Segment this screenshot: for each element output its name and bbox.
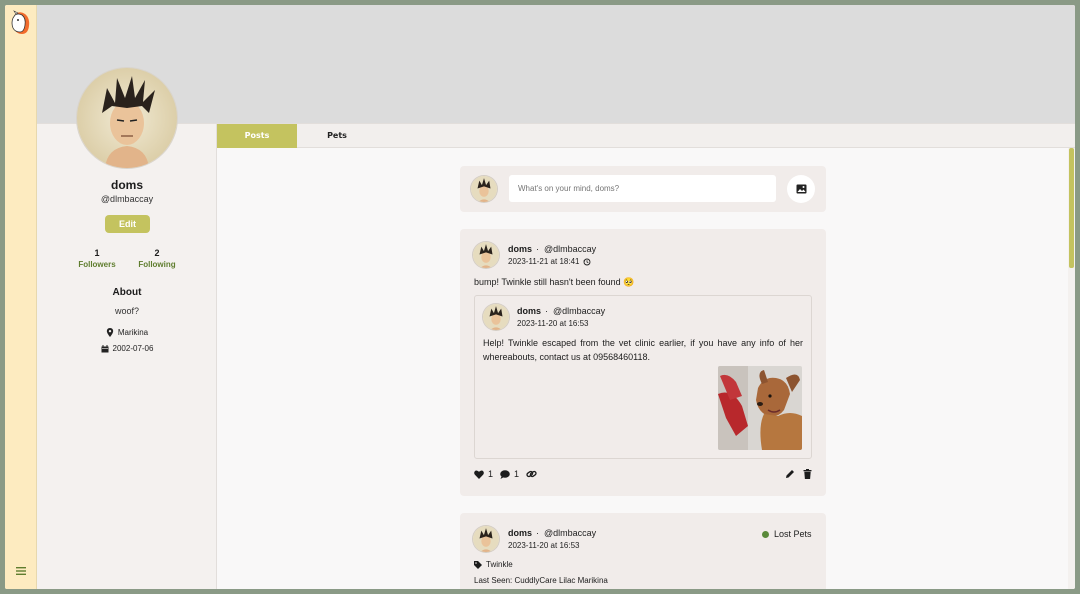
- delete-post-button[interactable]: [803, 469, 812, 479]
- post-timestamp: 2023-11-20 at 16:53: [508, 541, 580, 550]
- like-count: 1: [488, 469, 494, 479]
- edited-history-icon: [583, 258, 591, 265]
- followers-count: 1: [94, 248, 100, 258]
- hamburger-menu-icon[interactable]: [15, 564, 27, 576]
- tag-icon: [474, 560, 482, 569]
- location-row: Marikina: [37, 328, 217, 337]
- comment-icon: [500, 469, 510, 479]
- birthday-row: 2002-07-06: [37, 344, 217, 353]
- followers-label: Followers: [78, 260, 116, 269]
- quoted-post-author-name[interactable]: doms: [517, 306, 541, 316]
- post-body-text: bump! Twinkle still hasn't been found 🥺: [474, 277, 635, 287]
- following-label: Following: [138, 260, 176, 269]
- tab-pets[interactable]: Pets: [297, 124, 377, 148]
- location-text: Marikina: [117, 328, 149, 337]
- post-timestamp: 2023-11-21 at 18:41: [508, 257, 580, 266]
- quoted-post-body-text: Help! Twinkle escaped from the vet clini…: [483, 338, 803, 362]
- quoted-post-separator: ·: [545, 306, 548, 316]
- trash-icon: [803, 469, 812, 479]
- pet-tag-row[interactable]: Twinkle: [474, 560, 513, 569]
- image-icon: [796, 184, 806, 194]
- last-seen-text: Last Seen: CuddlyCare Lilac Marikina: [474, 576, 608, 585]
- profile-display-name: doms: [110, 178, 143, 192]
- comment-count: 1: [514, 469, 520, 479]
- profile-sidebar: [37, 123, 217, 589]
- app-logo-icon[interactable]: [10, 10, 32, 36]
- cover-banner: [37, 5, 1075, 123]
- add-image-button[interactable]: [787, 175, 815, 203]
- like-button[interactable]: 1: [474, 469, 493, 479]
- calendar-icon: [101, 344, 109, 352]
- profile-bio: woof?: [114, 306, 140, 316]
- profile-avatar: [77, 68, 177, 168]
- quoted-post-author-handle[interactable]: @dlmbaccay: [553, 306, 605, 316]
- post-avatar[interactable]: [473, 526, 499, 552]
- post-author-handle[interactable]: @dlmbaccay: [544, 244, 596, 254]
- copy-link-button[interactable]: [526, 469, 537, 479]
- feed-scrollbar-thumb[interactable]: [1069, 148, 1074, 268]
- following-stat[interactable]: 2 Following: [127, 248, 187, 269]
- post-author-name[interactable]: doms: [508, 244, 532, 254]
- edit-post-button[interactable]: [785, 469, 795, 479]
- heart-icon: [474, 469, 484, 479]
- post-separator: ·: [536, 244, 539, 254]
- post-separator: ·: [536, 528, 539, 538]
- following-count: 2: [154, 248, 160, 258]
- about-heading: About: [112, 287, 142, 298]
- pencil-icon: [786, 470, 794, 478]
- post-author-handle[interactable]: @dlmbaccay: [544, 528, 596, 538]
- tab-posts[interactable]: Posts: [217, 124, 297, 148]
- quoted-post-avatar: [483, 304, 509, 330]
- profile-handle: @dlmbaccay: [100, 194, 154, 204]
- followers-stat[interactable]: 1 Followers: [67, 248, 127, 269]
- post-category-label: Lost Pets: [774, 529, 812, 539]
- profile-tabs: Posts Pets: [217, 123, 1075, 148]
- post-timestamp-row: 2023-11-21 at 18:41: [508, 257, 591, 266]
- link-icon: [526, 470, 537, 478]
- status-dot: [762, 530, 769, 538]
- quoted-post-dog-photo[interactable]: [718, 366, 802, 450]
- post-author-name[interactable]: doms: [508, 528, 532, 538]
- post-avatar[interactable]: [473, 242, 499, 268]
- left-rail: [5, 5, 37, 589]
- app-window: doms @dlmbaccay Edit 1 Followers 2 Follo…: [5, 5, 1075, 589]
- birthday-text: 2002-07-06: [112, 344, 154, 353]
- composer-avatar: [471, 176, 497, 202]
- comment-button[interactable]: 1: [500, 469, 519, 479]
- edit-profile-button[interactable]: Edit: [105, 215, 150, 233]
- composer-input[interactable]: [509, 175, 776, 202]
- location-pin-icon: [106, 328, 114, 337]
- quoted-post-timestamp: 2023-11-20 at 16:53: [517, 319, 589, 328]
- post-category-badge: Lost Pets: [762, 529, 812, 539]
- pet-tag-name: Twinkle: [486, 560, 513, 569]
